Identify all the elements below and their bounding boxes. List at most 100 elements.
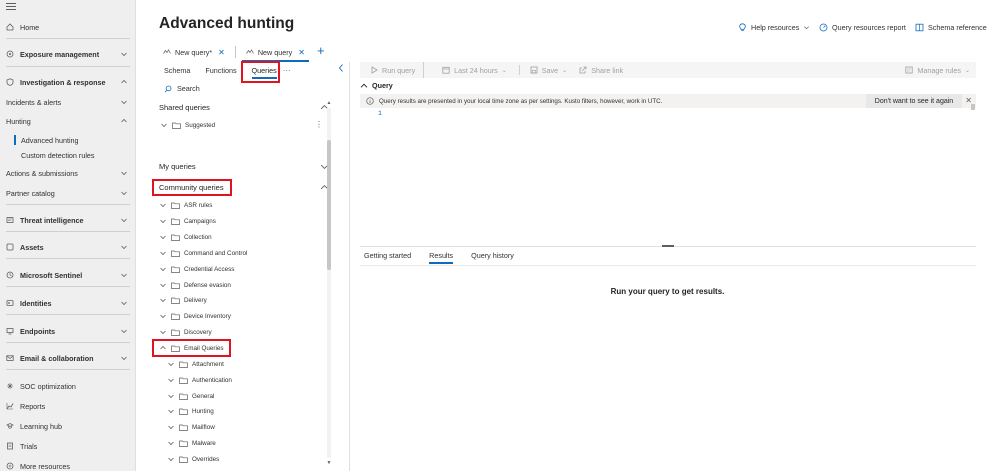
more-subtabs-icon[interactable]: ···	[283, 66, 291, 75]
save-icon	[530, 66, 538, 74]
chevron-down-icon	[160, 314, 166, 319]
scroll-up-icon[interactable]: ▲	[326, 100, 332, 106]
sentinel-icon	[6, 271, 14, 279]
save-label: Save	[541, 65, 559, 75]
nav-item-microsoft-sentinel[interactable]: Microsoft Sentinel	[0, 266, 135, 284]
schema-reference-button[interactable]: Schema reference	[915, 23, 987, 32]
query-resources-report-button[interactable]: Query resources report	[819, 23, 906, 32]
nav-divider	[6, 286, 130, 287]
nav-item-endpoints[interactable]: Endpoints	[0, 322, 135, 340]
folder-label: Overrides	[192, 455, 220, 463]
add-tab-icon[interactable]: +	[317, 44, 325, 58]
nav-item-soc-optimization[interactable]: SOC optimization	[0, 377, 135, 395]
tab-getting-started[interactable]: Getting started	[364, 251, 411, 260]
folder-suggested[interactable]: Suggested	[160, 119, 215, 131]
query-resources-report-label: Query resources report	[832, 23, 906, 32]
chevron-down-icon	[121, 273, 127, 278]
chevron-down-icon	[161, 123, 167, 128]
scroll-down-icon[interactable]: ▼	[326, 460, 332, 466]
query-label: Query	[372, 81, 393, 90]
dismiss-banner-button[interactable]: Don't want to see it again	[866, 94, 962, 108]
nav-item-partner-catalog[interactable]: Partner catalog	[0, 184, 135, 202]
nav-item-label: Incidents & alerts	[6, 97, 62, 107]
folder-discovery[interactable]: Discovery	[159, 326, 212, 338]
chevron-down-icon	[160, 330, 166, 335]
share-link-button[interactable]: Share link	[579, 66, 623, 75]
folder-overrides[interactable]: Overrides	[167, 453, 219, 465]
nav-item-more-resources[interactable]: More resources	[0, 457, 135, 471]
folder-label: General	[192, 392, 215, 400]
nav-item-hunting[interactable]: Hunting	[0, 112, 135, 130]
nav-item-assets[interactable]: Assets	[0, 238, 135, 256]
nav-item-learning-hub[interactable]: Learning hub	[0, 417, 135, 435]
nav-item-trials[interactable]: Trials	[0, 437, 135, 455]
tab-new-query-modified[interactable]: New query* ✕	[159, 44, 229, 60]
chevron-down-icon	[121, 218, 127, 223]
nav-item-incidents-alerts[interactable]: Incidents & alerts	[0, 93, 135, 111]
resize-handle[interactable]	[662, 245, 674, 247]
folder-authentication[interactable]: Authentication	[167, 374, 232, 386]
folder-device-inventory[interactable]: Device Inventory	[159, 310, 231, 322]
collapse-panel-icon[interactable]	[337, 63, 345, 73]
nav-item-custom-detection-rules[interactable]: Custom detection rules	[0, 146, 135, 164]
folder-delivery[interactable]: Delivery	[159, 294, 207, 306]
folder-mailflow[interactable]: Mailflow	[167, 421, 215, 433]
folder-icon	[179, 424, 188, 431]
folder-asr-rules[interactable]: ASR rules	[159, 199, 212, 211]
save-button[interactable]: Save ⌄	[530, 66, 567, 75]
help-resources-button[interactable]: Help resources	[738, 23, 814, 32]
folder-defense-evasion[interactable]: Defense evasion	[159, 279, 231, 291]
nav-item-threat-intelligence[interactable]: Threat intelligence	[0, 211, 135, 229]
folder-general[interactable]: General	[167, 390, 214, 402]
nav-item-label: Endpoints	[20, 326, 56, 336]
folder-label: Credential Access	[184, 265, 235, 273]
close-tab-icon[interactable]: ✕	[218, 48, 225, 57]
folder-label: Hunting	[192, 407, 214, 415]
search-input[interactable]: Search	[164, 84, 200, 93]
folder-malware[interactable]: Malware	[167, 437, 216, 449]
nav-item-home[interactable]: Home	[0, 18, 135, 36]
folder-credential-access[interactable]: Credential Access	[159, 263, 234, 275]
tab-results[interactable]: Results	[429, 251, 453, 264]
run-query-button[interactable]: Run query	[360, 62, 425, 78]
subtab-schema[interactable]: Schema	[164, 66, 190, 75]
folder-campaigns[interactable]: Campaigns	[159, 215, 216, 227]
chevron-down-icon	[160, 235, 166, 240]
nav-item-investigation-response[interactable]: Investigation & response	[0, 73, 135, 91]
folder-more-icon[interactable]: ⋮	[315, 120, 323, 129]
manage-rules-button[interactable]: Manage rules ⌄	[905, 66, 970, 75]
my-queries-header[interactable]: My queries	[159, 159, 329, 173]
subtab-queries[interactable]: Queries	[251, 66, 277, 79]
time-range-dropdown[interactable]: Last 24 hours ⌄	[442, 66, 507, 75]
folder-icon	[171, 297, 180, 304]
folder-hunting[interactable]: Hunting	[167, 405, 214, 417]
query-section-header[interactable]: Query	[360, 81, 393, 90]
trials-icon	[6, 442, 14, 450]
query-editor[interactable]	[384, 110, 974, 242]
hamburger-menu-icon[interactable]	[6, 3, 16, 11]
folder-attachment[interactable]: Attachment	[167, 358, 224, 370]
folder-icon	[171, 329, 180, 336]
folder-email-queries[interactable]: Email Queries	[159, 342, 224, 354]
tab-query-history[interactable]: Query history	[471, 251, 514, 260]
subtab-functions[interactable]: Functions	[205, 66, 236, 75]
folder-icon	[171, 313, 180, 320]
editor-scrollbar[interactable]	[971, 104, 975, 110]
manage-rules-inner[interactable]: Manage rules ⌄	[905, 66, 970, 75]
learning-icon	[6, 422, 14, 430]
community-queries-header[interactable]: Community queries	[159, 180, 329, 194]
scroll-thumb[interactable]	[327, 140, 331, 270]
folder-label: Campaigns	[184, 217, 216, 225]
gauge-icon	[819, 23, 828, 32]
shared-queries-header[interactable]: Shared queries	[159, 100, 329, 114]
close-tab-icon[interactable]: ✕	[298, 48, 305, 57]
panel-scrollbar[interactable]: ▲ ▼	[326, 100, 332, 466]
nav-item-reports[interactable]: Reports	[0, 397, 135, 415]
nav-item-actions-submissions[interactable]: Actions & submissions	[0, 164, 135, 182]
folder-collection[interactable]: Collection	[159, 231, 212, 243]
nav-item-email-collaboration[interactable]: Email & collaboration	[0, 349, 135, 367]
nav-item-identities[interactable]: Identities	[0, 294, 135, 312]
folder-command-and-control[interactable]: Command and Control	[159, 247, 247, 259]
nav-item-exposure-management[interactable]: Exposure management	[0, 45, 135, 63]
tab-new-query[interactable]: New query ✕	[241, 44, 309, 62]
